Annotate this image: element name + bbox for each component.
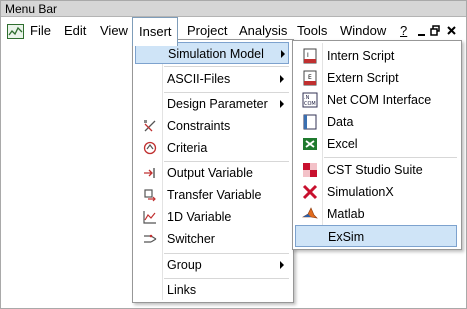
submenu-arrow-icon bbox=[280, 75, 284, 83]
menu-item-design-parameter[interactable]: Design Parameter bbox=[135, 93, 289, 115]
menu-insert[interactable]: Insert bbox=[132, 17, 178, 46]
extern-script-icon: E bbox=[302, 70, 318, 86]
separator bbox=[324, 157, 457, 158]
net-com-icon: .N COM bbox=[302, 92, 318, 108]
menu-item-1d-variable[interactable]: 1D Variable bbox=[135, 206, 289, 228]
menu-view[interactable]: View bbox=[94, 17, 134, 45]
excel-icon bbox=[302, 136, 318, 152]
transfer-variable-icon bbox=[142, 187, 158, 203]
submenu-arrow-icon bbox=[281, 50, 285, 58]
submenu-item-matlab[interactable]: Matlab bbox=[295, 203, 457, 225]
constraints-icon bbox=[142, 118, 158, 134]
svg-text:E: E bbox=[308, 74, 312, 81]
simulation-model-submenu: I Intern Script E Extern Script .N COM Ne… bbox=[292, 40, 462, 250]
cst-icon bbox=[302, 162, 318, 178]
switcher-icon bbox=[142, 231, 158, 247]
submenu-item-data[interactable]: Data bbox=[295, 111, 457, 133]
data-icon bbox=[302, 114, 318, 130]
svg-text:COM: COM bbox=[304, 101, 316, 107]
criteria-icon bbox=[142, 140, 158, 156]
window-title: Menu Bar bbox=[5, 2, 58, 16]
simulationx-icon bbox=[302, 184, 318, 200]
menu-edit[interactable]: Edit bbox=[58, 17, 92, 45]
menu-item-output-variable[interactable]: Output Variable bbox=[135, 162, 289, 184]
submenu-arrow-icon bbox=[280, 261, 284, 269]
submenu-item-simulationx[interactable]: SimulationX bbox=[295, 181, 457, 203]
menu-item-links[interactable]: Links bbox=[135, 279, 289, 301]
output-variable-icon bbox=[142, 165, 158, 181]
menu-item-criteria[interactable]: Criteria bbox=[135, 137, 289, 159]
menu-item-group[interactable]: Group bbox=[135, 254, 289, 276]
submenu-arrow-icon bbox=[280, 100, 284, 108]
insert-menu: Simulation Model ASCII-Files Design Para… bbox=[132, 39, 294, 303]
submenu-item-excel[interactable]: Excel bbox=[295, 133, 457, 155]
1d-variable-icon bbox=[142, 209, 158, 225]
matlab-icon bbox=[301, 206, 318, 222]
title-bar: Menu Bar bbox=[1, 1, 466, 17]
menu-item-ascii-files[interactable]: ASCII-Files bbox=[135, 68, 289, 90]
submenu-item-extern-script[interactable]: E Extern Script bbox=[295, 67, 457, 89]
submenu-item-net-com-interface[interactable]: .N COM Net COM Interface bbox=[295, 89, 457, 111]
menu-file[interactable]: File bbox=[24, 17, 57, 45]
menu-item-constraints[interactable]: Constraints bbox=[135, 115, 289, 137]
submenu-item-intern-script[interactable]: I Intern Script bbox=[295, 45, 457, 67]
submenu-item-exsim[interactable]: ExSim bbox=[295, 225, 457, 247]
separator bbox=[164, 66, 289, 67]
menu-item-transfer-variable[interactable]: Transfer Variable bbox=[135, 184, 289, 206]
app-chart-icon[interactable] bbox=[7, 24, 24, 39]
menu-item-switcher[interactable]: Switcher bbox=[135, 228, 289, 250]
submenu-item-cst-studio-suite[interactable]: CST Studio Suite bbox=[295, 159, 457, 181]
intern-script-icon: I bbox=[302, 48, 318, 64]
svg-text:I: I bbox=[307, 52, 309, 59]
